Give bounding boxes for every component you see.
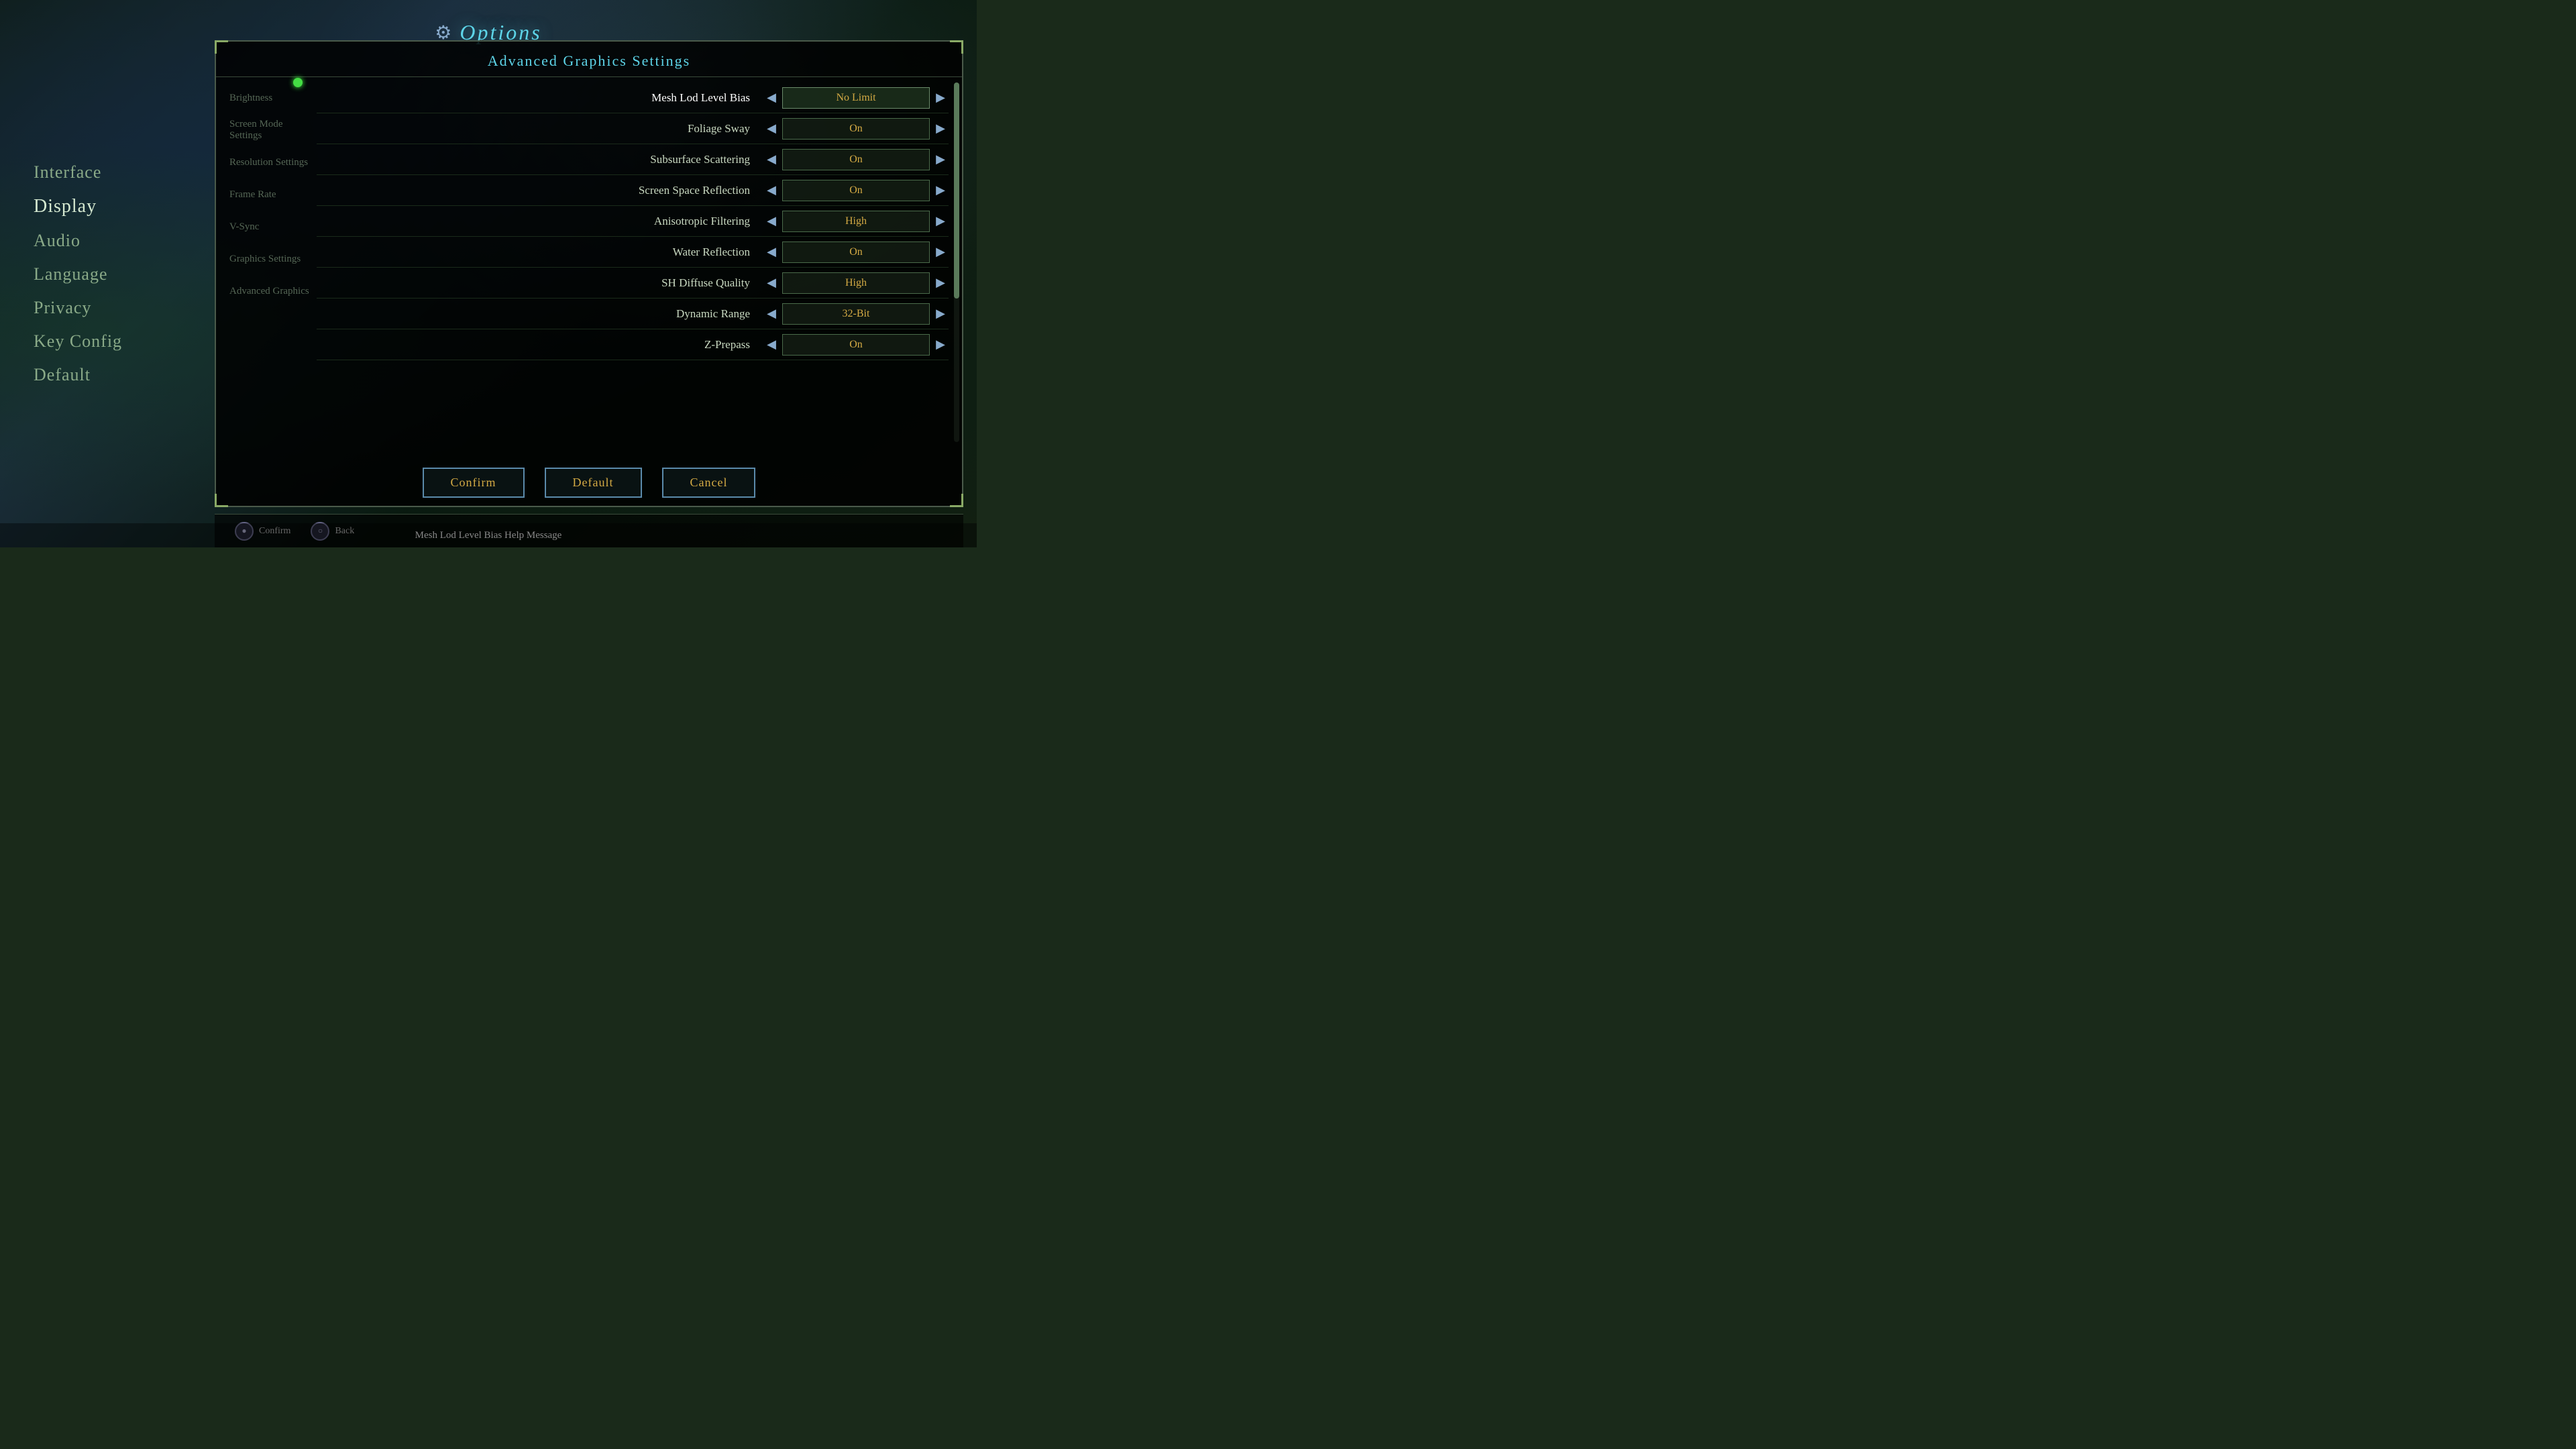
arrow-left-subsurface[interactable]: ◀ <box>763 148 780 172</box>
settings-rows: Mesh Lod Level Bias ◀ No Limit ▶ Foliage… <box>317 83 949 360</box>
value-ssr: On <box>782 180 930 201</box>
sidebar-item-language[interactable]: Language <box>34 260 215 288</box>
arrow-right-aniso[interactable]: ▶ <box>932 209 949 233</box>
sidebar: Interface Display Audio Language Privacy… <box>0 0 215 547</box>
setting-control-ssr: ◀ On ▶ <box>763 178 949 203</box>
setting-row-mesh-lod: Mesh Lod Level Bias ◀ No Limit ▶ <box>317 83 949 113</box>
sidebar-item-display[interactable]: Display <box>34 192 215 221</box>
sidebar-item-privacy[interactable]: Privacy <box>34 294 215 322</box>
corner-tl <box>215 40 228 54</box>
setting-row-zprepass: Z-Prepass ◀ On ▶ <box>317 329 949 360</box>
setting-label-sh-diffuse: SH Diffuse Quality <box>317 276 763 290</box>
setting-row-subsurface: Subsurface Scattering ◀ On ▶ <box>317 144 949 175</box>
help-text: Mesh Lod Level Bias Help Message <box>0 523 977 547</box>
setting-row-dynamic-range: Dynamic Range ◀ 32-Bit ▶ <box>317 299 949 329</box>
value-aniso: High <box>782 211 930 232</box>
label-advanced-graphics: Advanced Graphics <box>229 276 317 307</box>
arrow-right-dynamic-range[interactable]: ▶ <box>932 302 949 326</box>
label-brightness: Brightness <box>229 83 317 113</box>
value-zprepass: On <box>782 334 930 356</box>
arrow-left-dynamic-range[interactable]: ◀ <box>763 302 780 326</box>
arrow-right-water[interactable]: ▶ <box>932 240 949 264</box>
label-graphics: Graphics Settings <box>229 244 317 274</box>
main-panel: Advanced Graphics Settings Brightness Sc… <box>215 40 963 507</box>
arrow-left-sh-diffuse[interactable]: ◀ <box>763 271 780 295</box>
default-button[interactable]: Default <box>545 468 642 498</box>
confirm-button[interactable]: Confirm <box>423 468 525 498</box>
sidebar-item-default[interactable]: Default <box>34 361 215 389</box>
setting-label-subsurface: Subsurface Scattering <box>317 153 763 166</box>
arrow-right-ssr[interactable]: ▶ <box>932 178 949 203</box>
setting-row-water: Water Reflection ◀ On ▶ <box>317 237 949 268</box>
scrollbar[interactable] <box>954 83 959 442</box>
arrow-left-mesh-lod[interactable]: ◀ <box>763 86 780 110</box>
setting-control-mesh-lod: ◀ No Limit ▶ <box>763 86 949 110</box>
arrow-right-foliage[interactable]: ▶ <box>932 117 949 141</box>
setting-label-water: Water Reflection <box>317 246 763 259</box>
sidebar-settings-labels: Brightness Screen Mode Settings Resoluti… <box>229 83 317 307</box>
corner-tr <box>950 40 963 54</box>
sidebar-item-keyconfig[interactable]: Key Config <box>34 327 215 356</box>
setting-label-ssr: Screen Space Reflection <box>317 184 763 197</box>
label-resolution: Resolution Settings <box>229 147 317 178</box>
value-subsurface: On <box>782 149 930 170</box>
setting-row-aniso: Anisotropic Filtering ◀ High ▶ <box>317 206 949 237</box>
setting-label-aniso: Anisotropic Filtering <box>317 215 763 228</box>
value-mesh-lod: No Limit <box>782 87 930 109</box>
sidebar-item-interface[interactable]: Interface <box>34 158 215 186</box>
arrow-right-sh-diffuse[interactable]: ▶ <box>932 271 949 295</box>
cancel-button[interactable]: Cancel <box>662 468 756 498</box>
setting-label-mesh-lod: Mesh Lod Level Bias <box>317 91 763 105</box>
bottom-buttons: Confirm Default Cancel <box>216 468 962 498</box>
setting-row-ssr: Screen Space Reflection ◀ On ▶ <box>317 175 949 206</box>
label-frame-rate: Frame Rate <box>229 179 317 210</box>
value-sh-diffuse: High <box>782 272 930 294</box>
sidebar-item-audio[interactable]: Audio <box>34 227 215 255</box>
setting-control-water: ◀ On ▶ <box>763 240 949 264</box>
value-water: On <box>782 241 930 263</box>
panel-title: Advanced Graphics Settings <box>216 42 962 77</box>
value-dynamic-range: 32-Bit <box>782 303 930 325</box>
label-screen-mode: Screen Mode Settings <box>229 115 317 146</box>
setting-label-zprepass: Z-Prepass <box>317 338 763 352</box>
arrow-left-water[interactable]: ◀ <box>763 240 780 264</box>
setting-row-foliage: Foliage Sway ◀ On ▶ <box>317 113 949 144</box>
setting-row-sh-diffuse: SH Diffuse Quality ◀ High ▶ <box>317 268 949 299</box>
scrollbar-thumb <box>954 83 959 299</box>
setting-label-dynamic-range: Dynamic Range <box>317 307 763 321</box>
label-vsync: V-Sync <box>229 211 317 242</box>
settings-area: Brightness Screen Mode Settings Resoluti… <box>216 77 962 447</box>
setting-control-aniso: ◀ High ▶ <box>763 209 949 233</box>
arrow-right-subsurface[interactable]: ▶ <box>932 148 949 172</box>
setting-control-subsurface: ◀ On ▶ <box>763 148 949 172</box>
setting-label-foliage: Foliage Sway <box>317 122 763 136</box>
setting-control-dynamic-range: ◀ 32-Bit ▶ <box>763 302 949 326</box>
arrow-left-ssr[interactable]: ◀ <box>763 178 780 203</box>
arrow-left-aniso[interactable]: ◀ <box>763 209 780 233</box>
setting-control-sh-diffuse: ◀ High ▶ <box>763 271 949 295</box>
setting-control-zprepass: ◀ On ▶ <box>763 333 949 357</box>
arrow-left-zprepass[interactable]: ◀ <box>763 333 780 357</box>
arrow-left-foliage[interactable]: ◀ <box>763 117 780 141</box>
setting-control-foliage: ◀ On ▶ <box>763 117 949 141</box>
arrow-right-mesh-lod[interactable]: ▶ <box>932 86 949 110</box>
value-foliage: On <box>782 118 930 140</box>
arrow-right-zprepass[interactable]: ▶ <box>932 333 949 357</box>
